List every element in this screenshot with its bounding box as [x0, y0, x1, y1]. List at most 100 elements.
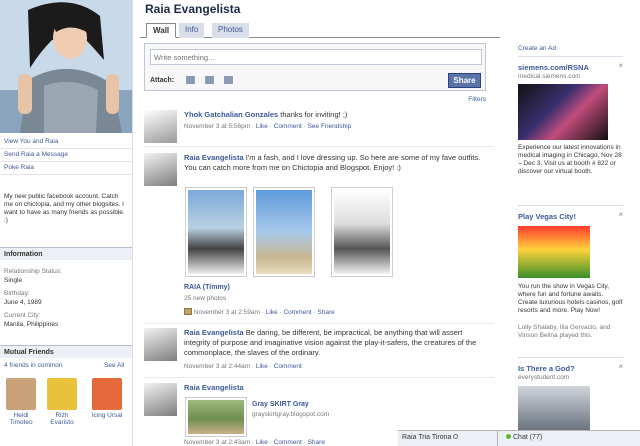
story-actor[interactable]: Raia Evangelista	[184, 328, 244, 337]
attach-label: Attach:	[150, 77, 175, 84]
chat-status-icon	[453, 434, 459, 439]
current-city-value: Manila, Philippines	[4, 321, 59, 328]
divider	[0, 174, 132, 175]
like-link[interactable]: Like	[266, 309, 278, 316]
comment-link[interactable]: Comment	[274, 123, 302, 130]
divider	[518, 56, 623, 57]
current-city-label: Current City:	[4, 312, 41, 319]
close-icon[interactable]: ×	[618, 210, 623, 219]
link-url: grayskirtgray.blogspot.com	[252, 411, 330, 418]
album-photo[interactable]	[331, 187, 393, 277]
story-text: Yhok Gatchalian Gonzales thanks for invi…	[184, 110, 490, 120]
share-link[interactable]: Share	[317, 309, 334, 316]
status-input[interactable]	[150, 49, 482, 65]
create-ad-link[interactable]: Create an Ad	[518, 45, 623, 53]
story-time[interactable]: November 3 at 5:56pm	[184, 123, 250, 130]
story-actor[interactable]: Raia Evangelista	[184, 153, 244, 162]
comment-link[interactable]: Comment	[283, 309, 311, 316]
link-thumbnail[interactable]	[185, 397, 247, 437]
tab-photos[interactable]: Photos	[212, 23, 249, 38]
chat-tab-name: Raia Tria Tirona	[402, 434, 452, 441]
mutual-friend[interactable]: Rizh Evaristo	[44, 378, 80, 426]
story-time[interactable]: November 3 at 2:59am	[194, 309, 260, 316]
mutual-friend[interactable]: Heidi Timoteo	[3, 378, 39, 426]
divider	[0, 161, 132, 162]
relationship-value: Single	[4, 277, 23, 284]
ad-image[interactable]	[518, 386, 590, 430]
story-avatar[interactable]	[144, 153, 177, 186]
ad-image[interactable]	[518, 226, 590, 278]
comment-link[interactable]: Comment	[274, 363, 302, 370]
story-actor[interactable]: Yhok Gatchalian Gonzales	[184, 110, 278, 119]
friend-avatar	[92, 378, 122, 410]
divider	[144, 377, 494, 378]
profile-photo-illustration	[0, 0, 132, 133]
ad-title[interactable]: Play Vegas City!	[518, 212, 576, 221]
link-attach-icon[interactable]	[224, 76, 233, 84]
close-icon[interactable]: ×	[618, 362, 623, 371]
share-button[interactable]: Share	[448, 73, 481, 88]
comment-link[interactable]: Comment	[274, 439, 302, 446]
video-attach-icon[interactable]	[205, 76, 214, 84]
ad-image[interactable]	[518, 84, 608, 140]
friend-name: Icing Ursal	[91, 412, 123, 419]
photos-icon	[184, 308, 192, 315]
story-avatar[interactable]	[144, 110, 177, 143]
ad-title[interactable]: siemens.com/RSNA	[518, 63, 589, 72]
album-title[interactable]: RAIA (Timmy)	[184, 284, 230, 291]
like-link[interactable]: Like	[256, 123, 268, 130]
chat-bar: Raia Tria Tirona Chat (77)	[398, 430, 640, 446]
chat-online-label: Chat (77)	[513, 434, 543, 441]
friends-in-common-link[interactable]: 4 friends in common	[4, 362, 63, 369]
feed-story: Raia Evangelista I'm a fash, and I love …	[144, 153, 494, 323]
story-meta: November 3 at 2:43am · Like · Comment · …	[184, 439, 325, 446]
chat-tab[interactable]: Raia Tria Tirona	[398, 431, 498, 446]
publisher-box: Attach: Share	[144, 43, 486, 91]
tab-wall[interactable]: Wall	[146, 23, 177, 38]
mutual-friends-header: Mutual Friends	[0, 345, 132, 358]
friend-name: Heidi Timoteo	[9, 412, 33, 426]
divider	[144, 146, 494, 147]
divider	[144, 323, 494, 324]
album-count: 25 new photos	[184, 295, 227, 302]
poke-link[interactable]: Poke Raia	[4, 164, 34, 171]
ad-domain: everystudent.com	[518, 374, 570, 381]
send-message-link[interactable]: Send Raia a Message	[4, 151, 68, 158]
birthday-value: June 4, 1989	[4, 299, 42, 306]
photo-attach-icon[interactable]	[186, 76, 195, 84]
story-text: Raia Evangelista	[184, 383, 490, 393]
tab-info[interactable]: Info	[179, 23, 205, 38]
online-dot-icon	[506, 434, 511, 439]
mutual-friend[interactable]: Icing Ursal	[86, 378, 128, 419]
see-all-link[interactable]: See All	[104, 362, 124, 369]
divider	[0, 148, 132, 149]
ad-body: You run the show in Vegas City, where fu…	[518, 283, 623, 314]
story-avatar[interactable]	[144, 328, 177, 361]
story-meta: November 3 at 2:44am · Like · Comment	[184, 363, 302, 370]
story-time[interactable]: November 3 at 2:43am	[184, 439, 250, 446]
friend-name: Rizh Evaristo	[50, 412, 74, 426]
birthday-label: Birthday:	[4, 290, 30, 297]
feed-story: Yhok Gatchalian Gonzales thanks for invi…	[144, 110, 494, 144]
ads-column: Create an Ad siemens.com/RSNA × medical.…	[513, 0, 626, 446]
album-photo[interactable]	[185, 187, 247, 277]
close-icon[interactable]: ×	[618, 61, 623, 70]
see-friendship-link[interactable]: See Friendship	[308, 123, 352, 130]
album-photo[interactable]	[253, 187, 315, 277]
share-link[interactable]: Share	[308, 439, 325, 446]
profile-picture[interactable]	[0, 0, 132, 133]
link-title[interactable]: Gray SKIRT Gray	[252, 401, 309, 408]
profile-page: View You and Raia Send Raia a Message Po…	[0, 0, 640, 446]
ad-body: Experience our latest innovations in med…	[518, 144, 622, 175]
profile-tabs: Wall Info Photos	[140, 21, 500, 38]
like-link[interactable]: Like	[256, 439, 268, 446]
view-you-and-link[interactable]: View You and Raia	[4, 138, 58, 145]
filters-link[interactable]: Filters	[468, 96, 486, 103]
story-time[interactable]: November 3 at 2:44am	[184, 363, 250, 370]
ad-title[interactable]: Is There a God?	[518, 364, 575, 373]
like-link[interactable]: Like	[256, 363, 268, 370]
divider	[518, 205, 623, 206]
story-actor[interactable]: Raia Evangelista	[184, 383, 244, 392]
story-avatar[interactable]	[144, 383, 177, 416]
chat-online-button[interactable]: Chat (77)	[502, 431, 566, 446]
